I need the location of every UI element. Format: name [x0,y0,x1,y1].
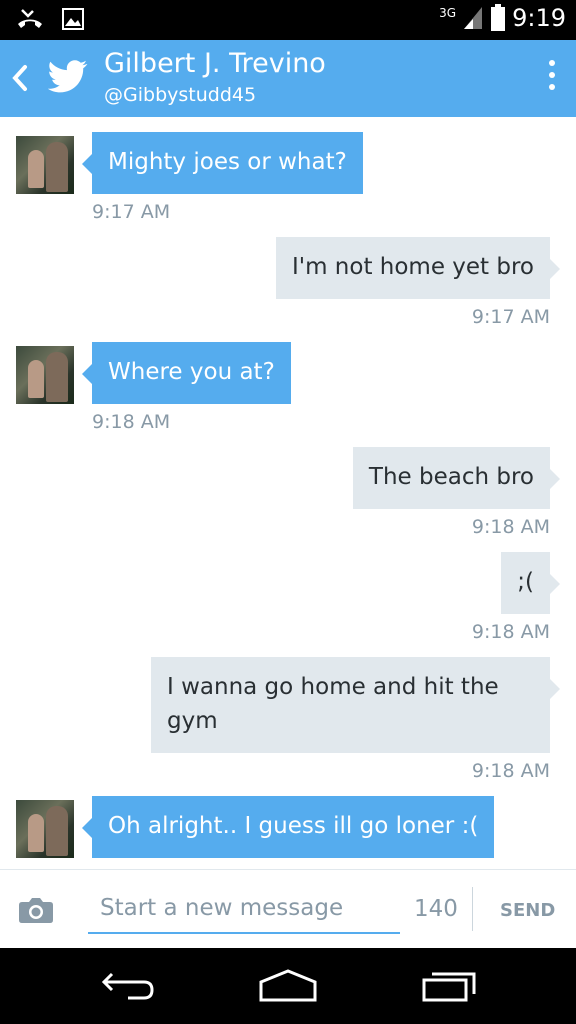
outgoing-message[interactable]: I'm not home yet bro [275,237,561,299]
incoming-message[interactable]: Oh alright.. I guess ill go loner :( [81,796,495,858]
status-bar: 3G 9:19 [0,0,576,40]
incoming-message[interactable]: Mighty joes or what? [82,132,363,194]
avatar[interactable] [16,136,74,194]
message-timestamp: 9:18 AM [471,516,550,538]
divider [472,887,473,931]
message-timestamp: 9:18 AM [92,411,171,433]
message-composer: 140 SEND [0,869,576,948]
message-timestamp: 9:18 AM [471,760,550,782]
incoming-message[interactable]: Where you at? [82,342,291,404]
message-timestamp: 9:17 AM [92,201,171,223]
outgoing-message[interactable]: I wanna go home and hit the gym [151,657,560,753]
avatar[interactable] [16,800,74,858]
missed-call-icon [18,9,42,28]
image-notification-icon [62,8,84,30]
character-counter: 140 [414,896,458,922]
message-input-container [88,888,400,934]
contact-handle: @Gibbystudd45 [104,84,257,106]
twitter-bird-icon[interactable] [48,59,88,95]
battery-icon [491,4,506,31]
outgoing-message[interactable]: ;( [501,552,560,614]
signal-icon [464,7,483,29]
outgoing-message[interactable]: The beach bro [352,447,561,509]
back-icon[interactable] [10,63,30,93]
network-type: 3G [439,6,457,20]
conversation-header: Gilbert J. Trevino @Gibbystudd45 [0,40,576,117]
message-timestamp: 9:17 AM [471,306,550,328]
contact-name: Gilbert J. Trevino [104,48,326,79]
nav-back-icon[interactable] [100,968,156,1004]
message-timestamp: 9:18 AM [471,621,550,643]
message-thread: Mighty joes or what? 9:17 AM I'm not hom… [0,117,576,869]
message-input[interactable] [88,888,400,928]
status-time: 9:19 [512,4,566,32]
send-button[interactable]: SEND [500,900,555,921]
overflow-menu-icon[interactable] [546,60,558,96]
nav-recents-icon[interactable] [420,968,478,1004]
camera-icon[interactable] [18,896,54,924]
avatar[interactable] [16,346,74,404]
system-nav-bar [0,948,576,1024]
nav-home-icon[interactable] [258,968,318,1004]
